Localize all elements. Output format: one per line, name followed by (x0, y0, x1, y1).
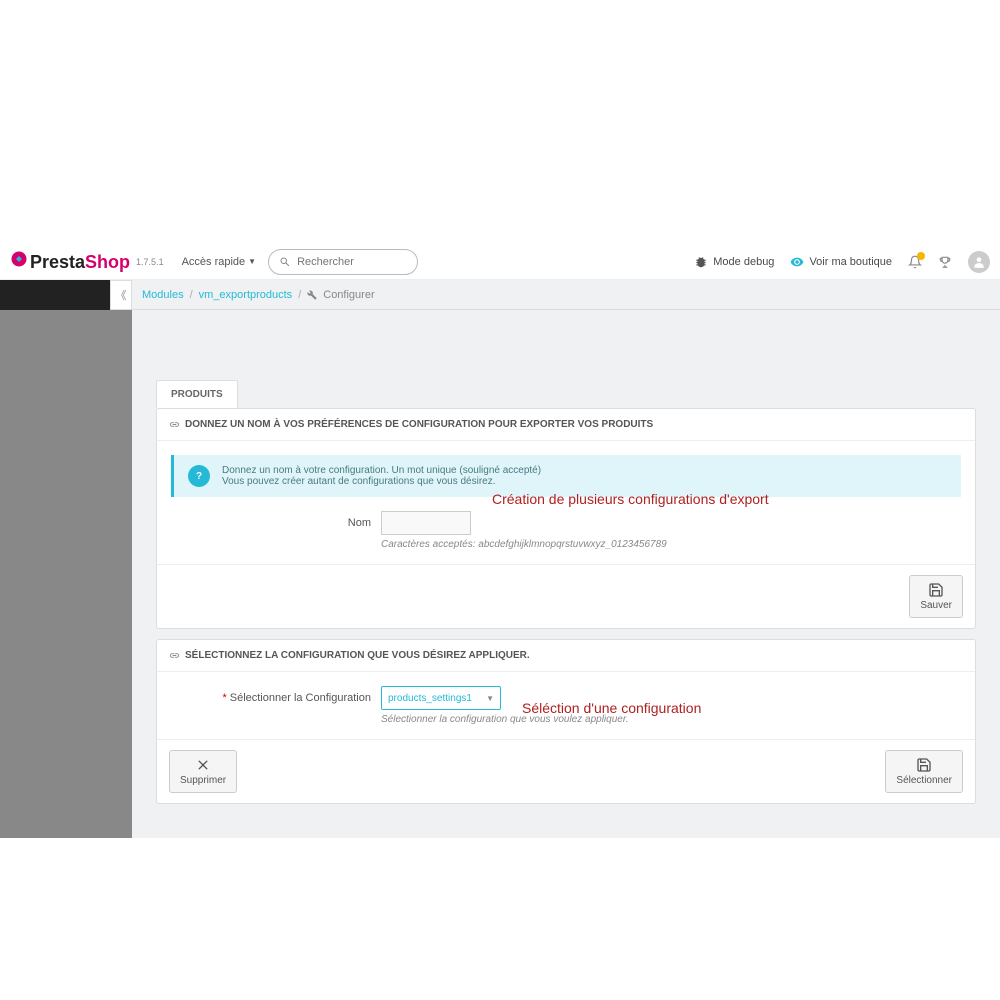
search-input[interactable] (297, 256, 397, 268)
save-button[interactable]: Sauver (909, 575, 963, 618)
view-shop-link[interactable]: Voir ma boutique (790, 255, 892, 269)
logo-text-presta: Presta (30, 252, 85, 273)
quick-access-dropdown[interactable]: Accès rapide ▼ (182, 256, 257, 268)
alert-line1: Donnez un nom à votre configuration. Un … (222, 465, 541, 476)
search-icon (279, 256, 291, 268)
help-nom: Caractères acceptés: abcdefghijklmnopqrs… (381, 539, 961, 550)
question-icon: ? (188, 465, 210, 487)
save-label: Sauver (920, 600, 952, 611)
chevron-down-icon: ▼ (486, 694, 494, 703)
view-shop-label: Voir ma boutique (809, 256, 892, 268)
sidebar-top: 《 (0, 280, 132, 310)
breadcrumb-modules[interactable]: Modules (142, 289, 184, 301)
breadcrumb: Modules / vm_exportproducts / Configurer (132, 280, 375, 309)
delete-label: Supprimer (180, 775, 226, 786)
select-configuration[interactable]: products_settings1 ▼ (381, 686, 501, 710)
user-avatar[interactable] (968, 251, 990, 273)
mode-debug-link[interactable]: Mode debug (694, 255, 774, 269)
top-header: PrestaShop 1.7.5.1 Accès rapide ▼ Mode d… (0, 244, 1000, 280)
panel1-title: DONNEZ UN NOM À VOS PRÉFÉRENCES DE CONFI… (157, 409, 975, 441)
link-icon (169, 650, 180, 661)
quick-access-label: Accès rapide (182, 256, 246, 268)
search-container[interactable] (268, 249, 418, 275)
breadcrumb-current: Configurer (323, 289, 374, 301)
select-value: products_settings1 (388, 693, 472, 704)
panel-select-config: SÉLECTIONNEZ LA CONFIGURATION QUE VOUS D… (156, 639, 976, 804)
save-icon (916, 757, 932, 773)
logo[interactable]: PrestaShop (10, 250, 130, 273)
annotation-selection: Séléction d'une configuration (522, 700, 701, 716)
notification-dot (917, 252, 925, 260)
save-icon (928, 582, 944, 598)
trophy-icon (938, 255, 952, 269)
panel2-title: SÉLECTIONNEZ LA CONFIGURATION QUE VOUS D… (157, 640, 975, 672)
select-button[interactable]: Sélectionner (885, 750, 963, 793)
chevron-down-icon: ▼ (248, 257, 256, 266)
version-text: 1.7.5.1 (136, 257, 164, 267)
panel-name-config: DONNEZ UN NOM À VOS PRÉFÉRENCES DE CONFI… (156, 408, 976, 629)
notifications-bell[interactable] (908, 255, 922, 269)
alert-line2: Vous pouvez créer autant de configuratio… (222, 476, 541, 487)
trophy-link[interactable] (938, 255, 952, 269)
user-icon (972, 255, 986, 269)
logo-text-shop: Shop (85, 252, 130, 273)
select-label: Sélectionner (896, 775, 952, 786)
mode-debug-label: Mode debug (713, 256, 774, 268)
link-icon (169, 419, 180, 430)
sidebar (0, 310, 132, 838)
close-icon (195, 757, 211, 773)
breadcrumb-sep: / (298, 289, 301, 301)
annotation-creation: Création de plusieurs configurations d'e… (492, 491, 769, 507)
label-nom: Nom (171, 517, 371, 529)
logo-bird-icon (10, 250, 28, 268)
label-select-config: *Sélectionner la Configuration (171, 692, 371, 704)
sidebar-collapse-handle[interactable]: 《 (110, 280, 132, 310)
tab-produits[interactable]: PRODUITS (156, 380, 238, 408)
eye-icon (790, 255, 804, 269)
delete-button[interactable]: Supprimer (169, 750, 237, 793)
bug-icon (694, 255, 708, 269)
input-nom[interactable] (381, 511, 471, 535)
breadcrumb-sep: / (190, 289, 193, 301)
breadcrumb-module-name[interactable]: vm_exportproducts (199, 289, 293, 301)
wrench-icon (307, 290, 317, 300)
